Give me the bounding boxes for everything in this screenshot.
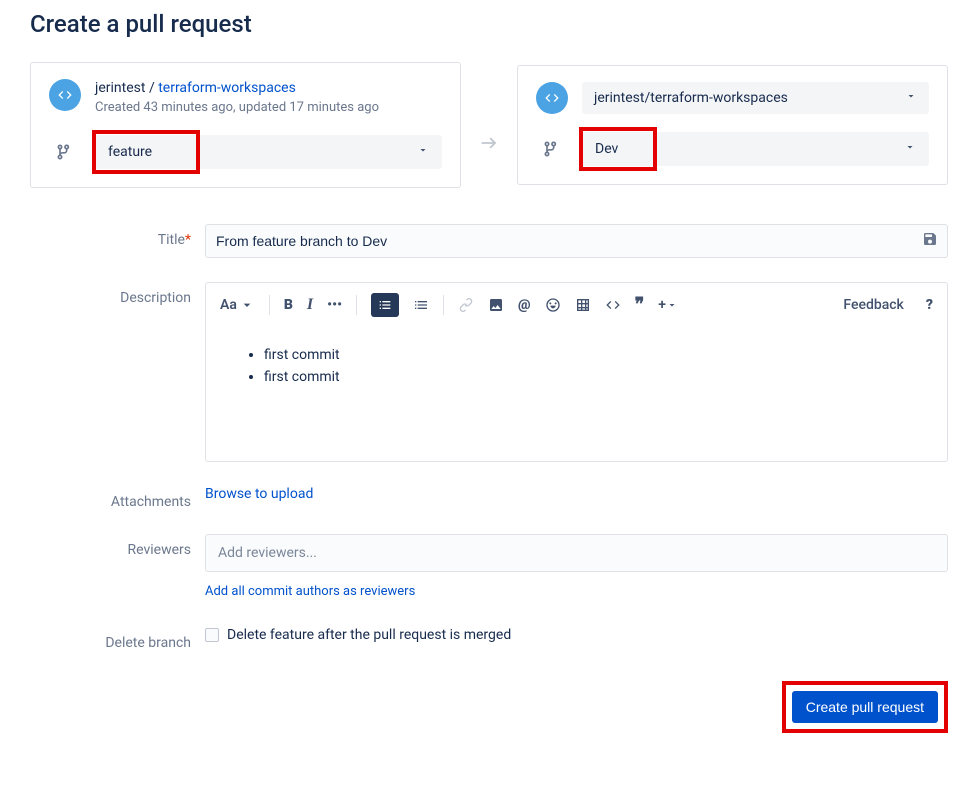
chevron-down-icon [417,144,429,160]
description-body[interactable]: first commit first commit [206,327,947,461]
bold-button[interactable]: B [284,297,293,313]
help-button[interactable]: ? [926,297,933,313]
list-item: first commit [264,347,917,363]
link-button[interactable] [458,297,474,313]
mention-button[interactable]: @ [518,297,531,313]
arrow-right-icon [477,132,501,158]
list-item: first commit [264,369,917,385]
table-button[interactable] [575,297,591,313]
emoji-button[interactable] [545,297,561,313]
title-input[interactable] [205,224,948,258]
delete-branch-text: Delete feature after the pull request is… [227,627,511,643]
code-icon [536,82,568,114]
delete-branch-label: Delete branch [30,627,205,651]
source-branch-select[interactable]: feature [95,135,442,169]
text-style-button[interactable]: Aa [220,297,255,313]
source-branch-value: feature [108,144,152,160]
feedback-button[interactable]: Feedback [843,297,903,313]
destination-repo-select[interactable]: jerintest/terraform-workspaces [582,82,929,114]
code-button[interactable] [605,297,621,313]
source-card: jerintest / terraform-workspaces Created… [30,62,461,188]
source-timestamps: Created 43 minutes ago, updated 17 minut… [95,99,379,117]
title-label: Title* [30,224,205,248]
save-icon [922,231,938,251]
delete-branch-checkbox[interactable] [205,628,219,642]
more-format-button[interactable]: ••• [327,297,342,313]
page-title: Create a pull request [30,10,948,38]
code-icon [49,79,81,111]
source-owner: jerintest [95,80,145,96]
reviewers-input[interactable]: Add reviewers... [205,534,948,572]
source-repo-link[interactable]: terraform-workspaces [158,80,296,96]
description-label: Description [30,282,205,306]
destination-repo-value: jerintest/terraform-workspaces [594,90,788,106]
quote-button[interactable]: ❞ [635,294,645,315]
numbered-list-button[interactable] [413,297,429,313]
branch-selection-row: jerintest / terraform-workspaces Created… [30,62,948,188]
italic-button[interactable]: I [307,296,313,314]
add-commit-authors-link[interactable]: Add all commit authors as reviewers [205,584,415,599]
reviewers-label: Reviewers [30,534,205,558]
destination-branch-select[interactable]: Dev [582,132,929,166]
chevron-down-icon [905,90,917,106]
source-repo-info: jerintest / terraform-workspaces Created… [95,79,379,117]
bullet-list-button[interactable] [371,293,399,317]
attachments-label: Attachments [30,486,205,510]
browse-upload-link[interactable]: Browse to upload [205,486,313,502]
branch-icon [536,139,568,159]
description-editor: Aa B I ••• @ ❞ + [205,282,948,462]
branch-icon [49,142,81,162]
image-button[interactable] [488,297,504,313]
add-button[interactable]: + [658,297,678,313]
create-pull-request-button[interactable]: Create pull request [792,691,938,723]
chevron-down-icon [904,141,916,157]
destination-card: jerintest/terraform-workspaces Dev [517,65,948,185]
destination-branch-value: Dev [595,141,618,157]
